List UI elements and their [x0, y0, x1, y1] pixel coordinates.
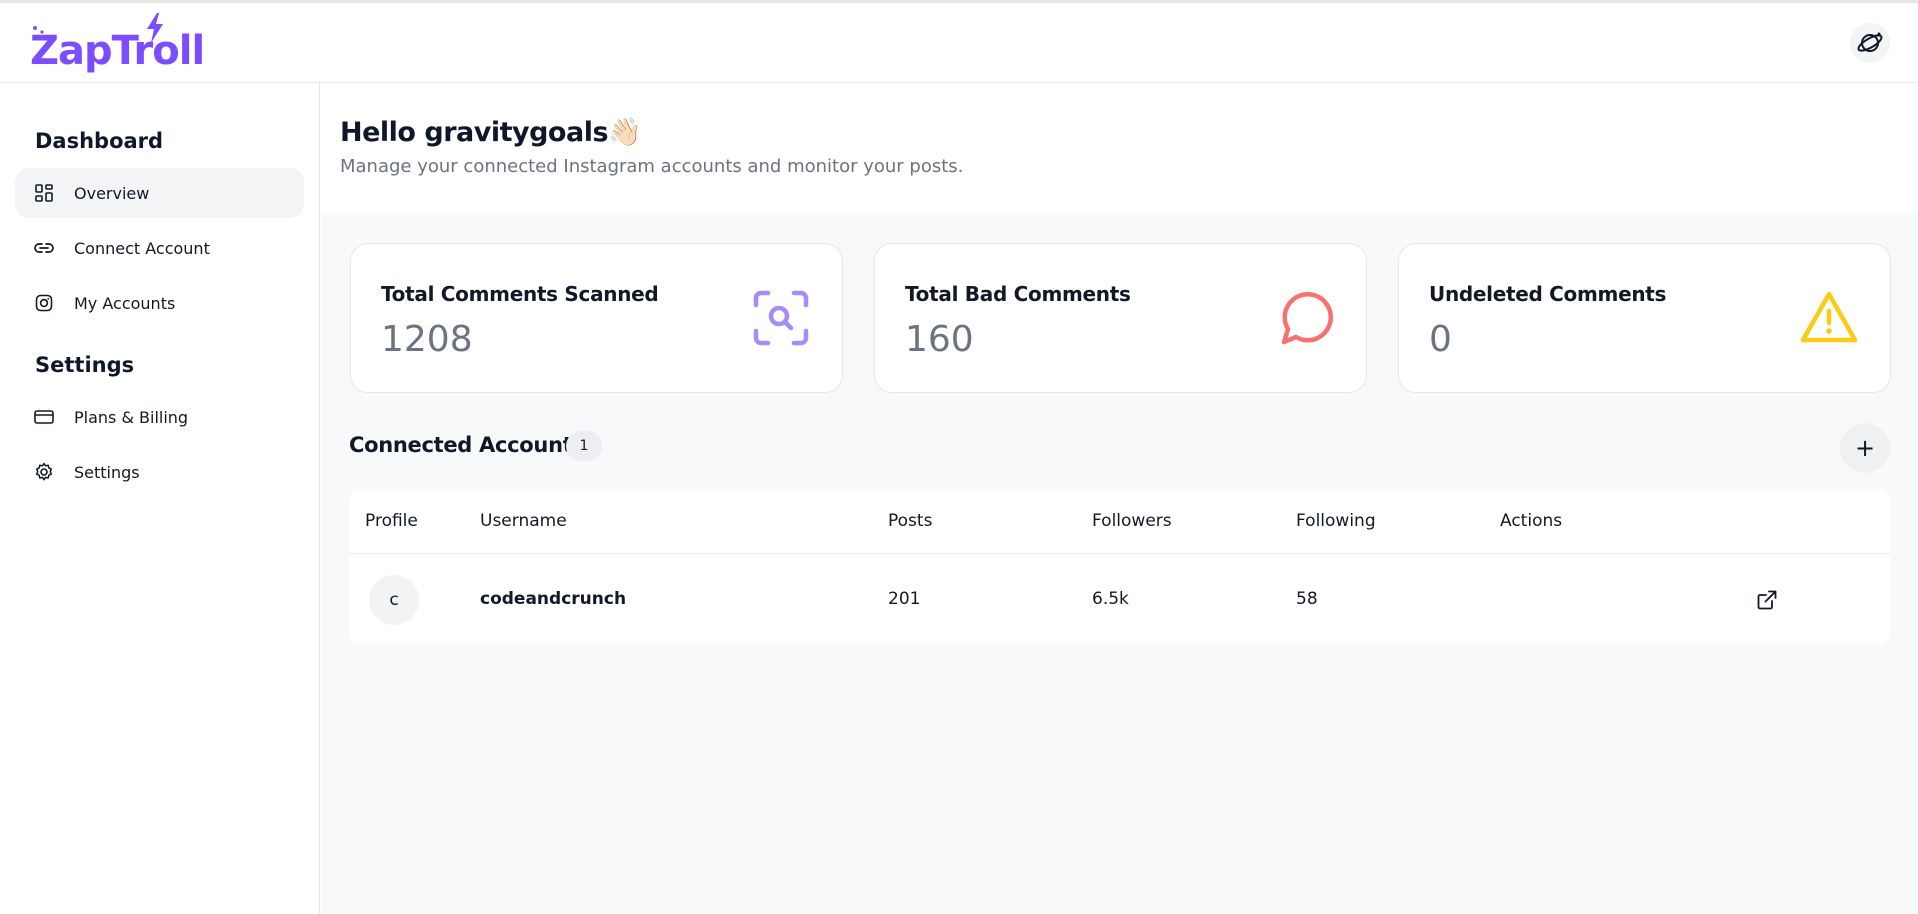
sidebar-item-label: Plans & Billing — [74, 407, 189, 427]
username-cell: codeandcrunch — [480, 589, 627, 609]
column-header-username: Username — [480, 511, 567, 531]
sidebar-item-settings[interactable]: Settings — [15, 447, 304, 497]
stat-card-undeleted: Undeleted Comments 0 — [1398, 243, 1891, 393]
sidebar-item-connect-account[interactable]: Connect Account — [15, 223, 304, 273]
stat-value: 160 — [905, 319, 974, 360]
column-header-posts: Posts — [888, 511, 933, 531]
stat-value: 1208 — [381, 319, 473, 360]
column-header-actions: Actions — [1500, 511, 1563, 531]
column-header-followers: Followers — [1092, 511, 1172, 531]
instagram-icon — [34, 293, 54, 313]
stat-label: Total Comments Scanned — [381, 282, 659, 306]
logo-text: ZapTroll — [30, 28, 205, 74]
sidebar-item-overview[interactable]: Overview — [15, 168, 304, 218]
sidebar-item-plans-billing[interactable]: Plans & Billing — [15, 392, 304, 442]
message-circle-icon — [1281, 292, 1333, 345]
waving-hand-icon: 👋🏻 — [608, 117, 642, 148]
sidebar-item-label: My Accounts — [74, 293, 176, 313]
posts-cell: 201 — [888, 589, 921, 609]
sidebar-item-label: Connect Account — [74, 238, 210, 258]
greeting-text: Hello gravitygoals — [340, 117, 609, 148]
connected-accounts-title: Connected Accounts — [349, 433, 585, 457]
following-cell: 58 — [1296, 589, 1318, 609]
gear-icon — [34, 462, 54, 482]
greeting-panel: Hello gravitygoals👋🏻 Manage your connect… — [321, 83, 1918, 213]
sidebar: Dashboard Overview Connect Account My Ac… — [0, 83, 320, 914]
avatar: c — [369, 575, 419, 625]
main-content: Hello gravitygoals👋🏻 Manage your connect… — [321, 83, 1918, 914]
user-avatar-button[interactable] — [1850, 23, 1890, 63]
page-subtitle: Manage your connected Instagram accounts… — [340, 156, 964, 177]
sidebar-section-dashboard: Dashboard — [35, 129, 164, 153]
sidebar-item-my-accounts[interactable]: My Accounts — [15, 278, 304, 328]
app-logo[interactable]: ZapTroll — [30, 13, 205, 75]
top-header: ZapTroll — [0, 3, 1918, 83]
column-header-profile: Profile — [365, 511, 418, 531]
add-account-button[interactable]: + — [1840, 423, 1890, 473]
table-header: Profile Username Posts Followers Followi… — [349, 489, 1890, 554]
column-header-following: Following — [1296, 511, 1376, 531]
stat-value: 0 — [1429, 319, 1452, 360]
sidebar-section-settings: Settings — [35, 353, 135, 377]
connected-count-badge: 1 — [566, 431, 602, 461]
followers-cell: 6.5k — [1092, 589, 1129, 609]
stat-label: Total Bad Comments — [905, 282, 1131, 306]
planet-icon — [1857, 32, 1883, 52]
stat-label: Undeleted Comments — [1429, 282, 1667, 306]
warning-triangle-icon — [1800, 291, 1858, 343]
page-title: Hello gravitygoals👋🏻 — [340, 116, 642, 148]
stat-card-bad-comments: Total Bad Comments 160 — [874, 243, 1367, 393]
credit-card-icon — [34, 407, 54, 427]
scan-search-icon — [753, 290, 809, 346]
sidebar-item-label: Overview — [74, 183, 150, 203]
external-link-icon[interactable] — [1756, 589, 1778, 611]
sidebar-item-label: Settings — [74, 462, 140, 482]
accounts-table: Profile Username Posts Followers Followi… — [349, 489, 1890, 644]
stat-card-total-scanned: Total Comments Scanned 1208 — [350, 243, 843, 393]
grid-icon — [34, 183, 54, 203]
link-icon — [34, 238, 54, 258]
table-row: c codeandcrunch 201 6.5k 58 — [349, 555, 1890, 644]
